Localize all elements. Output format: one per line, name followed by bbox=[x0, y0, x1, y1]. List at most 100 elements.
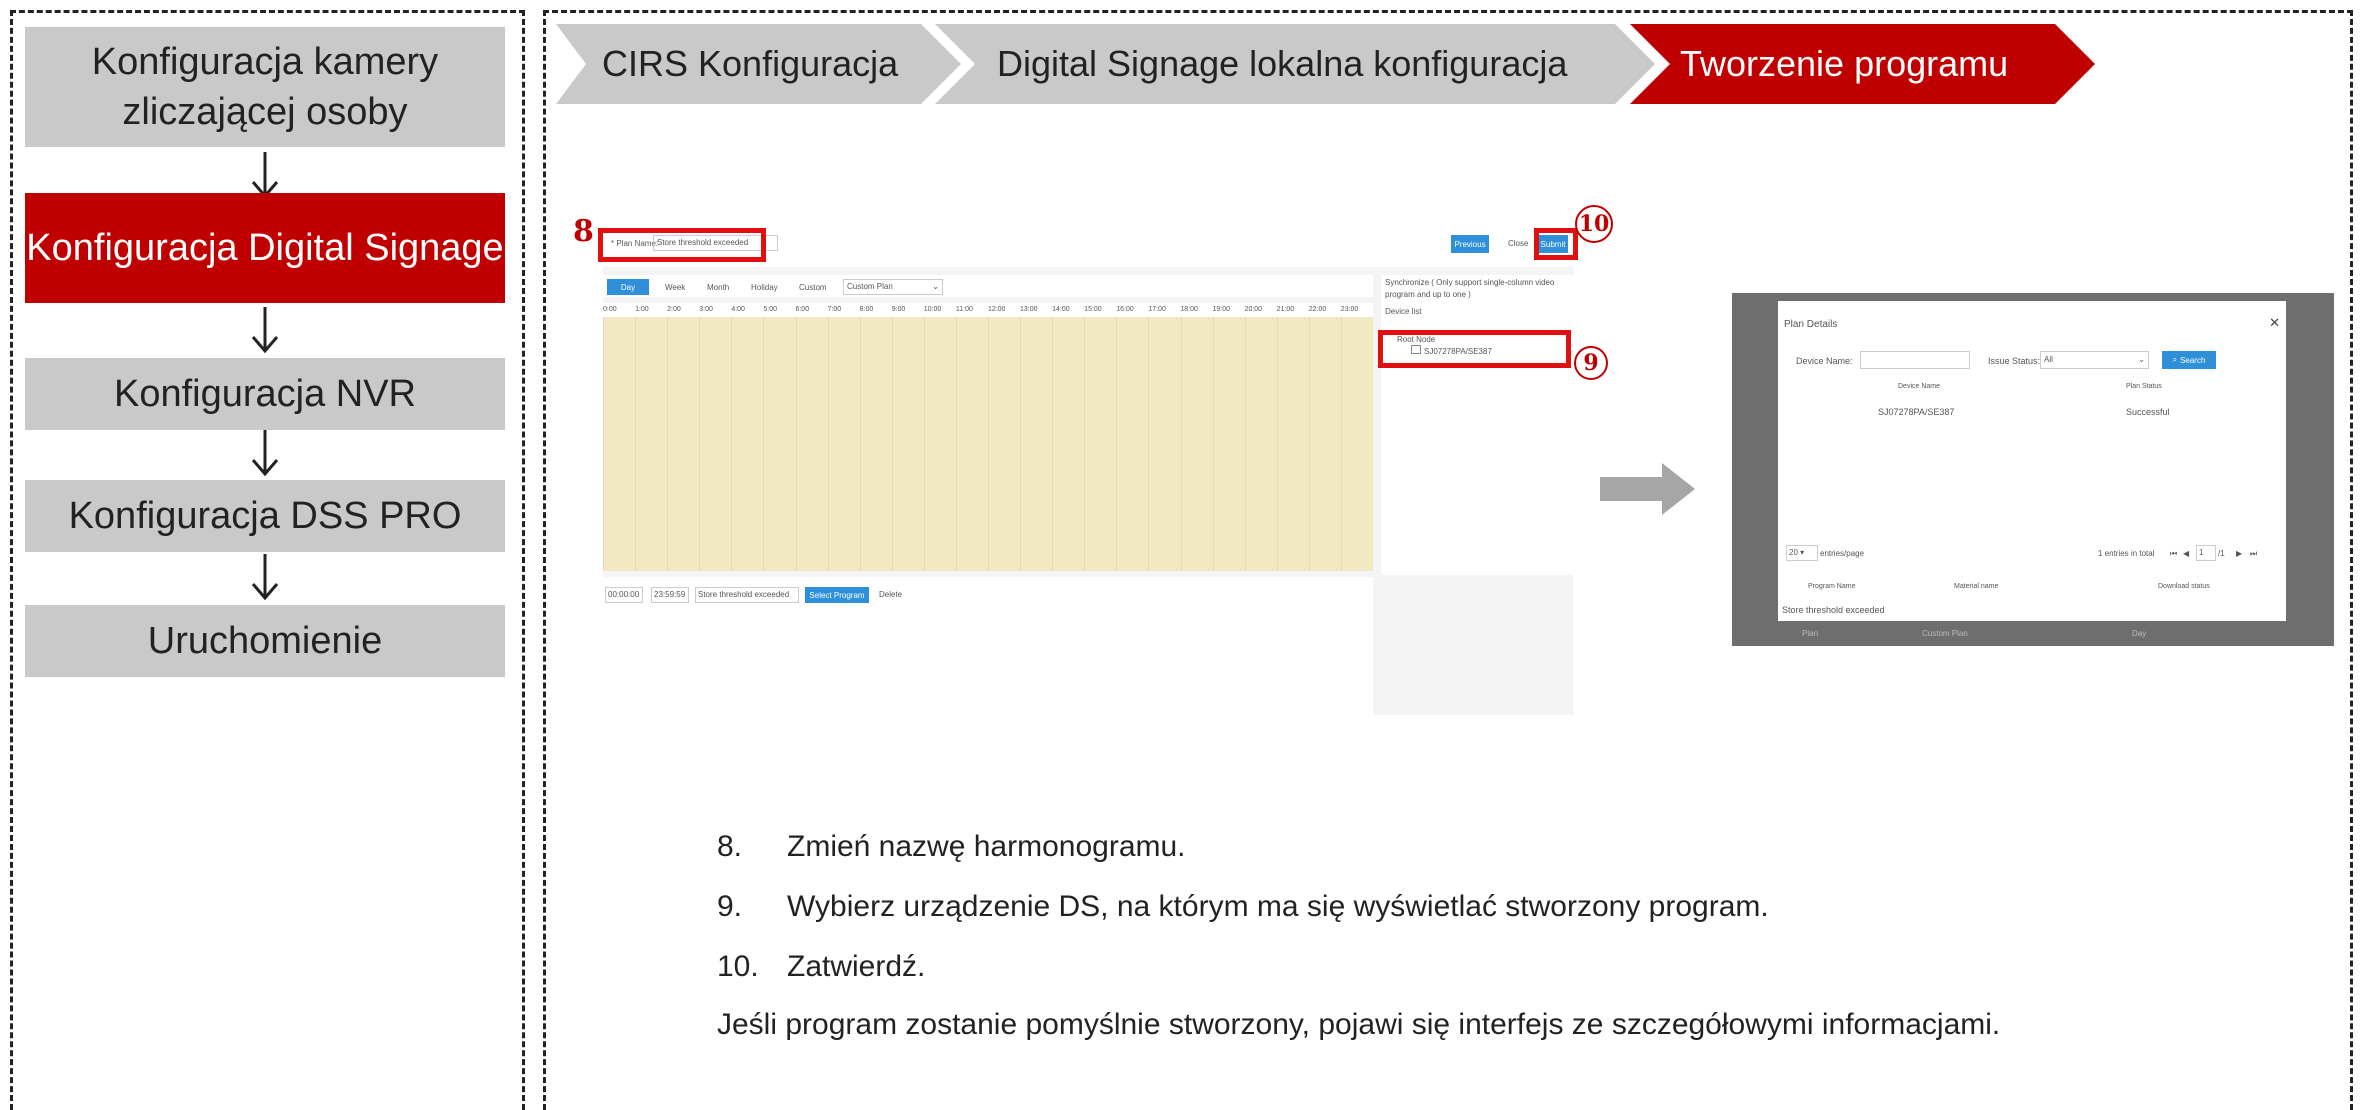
grid-line bbox=[1340, 317, 1342, 571]
breadcrumb-label: Tworzenie programu bbox=[1680, 43, 2009, 84]
col-device-name: Device Name bbox=[1898, 383, 1941, 390]
program-row: 00:00:00 23:59:59 Store threshold exceed… bbox=[603, 577, 1373, 715]
highlight-device bbox=[1378, 330, 1571, 368]
grid-line bbox=[699, 317, 701, 571]
grid-line bbox=[1148, 317, 1150, 571]
grid-line bbox=[1052, 317, 1054, 571]
end-time-input[interactable]: 23:59:59 bbox=[651, 587, 689, 603]
row-device: SJ07278PA/SE387 bbox=[1878, 407, 1955, 417]
arrow-right-icon bbox=[1600, 463, 1695, 515]
hour-label: 5:00 bbox=[763, 306, 778, 313]
page-size-select[interactable]: 20 ▾ bbox=[1786, 545, 1818, 561]
plan-details-dialog: Plan Details ✕ Device Name: Issue Status… bbox=[1778, 301, 2286, 621]
bg-custom-plan: Custom Plan bbox=[1922, 629, 1968, 638]
search-button[interactable]: ⌕ Search bbox=[2162, 351, 2216, 369]
hour-axis: 0:00 1:00 2:00 3:00 4:00 5:00 6:00 7:00 8:00 9:00… bbox=[603, 303, 1373, 317]
hour-label: 20:00 bbox=[1244, 306, 1263, 313]
breadcrumb-digital-signage[interactable]: Digital Signage lokalna konfiguracja bbox=[935, 24, 1655, 104]
instruction-number: 8. bbox=[717, 830, 743, 863]
grid-line bbox=[1244, 317, 1246, 571]
grid-line bbox=[667, 317, 669, 571]
device-list-heading: Device list bbox=[1385, 307, 1422, 316]
hour-label: 13:00 bbox=[1020, 306, 1038, 313]
step-dss-pro[interactable]: Konfiguracja DSS PRO bbox=[25, 480, 505, 552]
select-program-button[interactable]: Select Program bbox=[805, 587, 869, 603]
grid-line bbox=[891, 317, 893, 571]
grid-line bbox=[603, 317, 604, 571]
col-material-name: Material name bbox=[1954, 583, 1999, 590]
marker-9: 9 bbox=[1574, 346, 1608, 380]
instruction-number: 9. bbox=[717, 890, 743, 923]
previous-button[interactable]: Previous bbox=[1451, 235, 1489, 253]
close-icon[interactable]: ✕ bbox=[2269, 315, 2280, 331]
grid-line bbox=[1308, 317, 1310, 571]
grid-line bbox=[1276, 317, 1278, 571]
bg-day: Day bbox=[2132, 629, 2147, 638]
hour-label: 4:00 bbox=[731, 306, 745, 313]
highlight-plan-name bbox=[598, 228, 766, 262]
hour-label: 22:00 bbox=[1308, 306, 1327, 313]
hour-label: 17:00 bbox=[1148, 306, 1166, 313]
hour-label: 16:00 bbox=[1116, 306, 1134, 313]
tab-week[interactable]: Week bbox=[665, 283, 685, 292]
schedule-grid[interactable] bbox=[603, 317, 1373, 571]
bg-plan: Plan bbox=[1802, 629, 1819, 638]
next-page-icon[interactable]: ▶ bbox=[2236, 549, 2242, 558]
tab-month[interactable]: Month bbox=[707, 283, 729, 292]
tab-day[interactable]: Day bbox=[607, 279, 649, 295]
grid-line bbox=[1084, 317, 1086, 571]
col-program-name: Program Name bbox=[1808, 583, 1856, 590]
success-note: Jeśli program zostanie pomyślnie stworzo… bbox=[717, 1008, 2001, 1041]
page-input[interactable]: 1 bbox=[2196, 545, 2216, 561]
instruction-text: Zmień nazwę harmonogramu. bbox=[787, 830, 1186, 863]
instruction-9: 9. Wybierz urządzenie DS, na którym ma si… bbox=[717, 890, 1769, 924]
step-launch[interactable]: Uruchomienie bbox=[25, 605, 505, 677]
marker-10: 10 bbox=[1575, 205, 1613, 243]
last-page-icon[interactable]: ⏭ bbox=[2250, 549, 2257, 559]
hour-label: 23:00 bbox=[1340, 306, 1359, 313]
breadcrumb-cirs[interactable]: CIRS Konfiguracja bbox=[556, 24, 961, 104]
close-button[interactable]: Close bbox=[1508, 239, 1528, 248]
chevron-down-icon: ⌄ bbox=[2138, 355, 2145, 364]
hour-label: 0:00 bbox=[603, 306, 617, 313]
arrow-down-icon bbox=[251, 307, 279, 354]
instruction-text: Wybierz urządzenie DS, na którym ma się … bbox=[787, 890, 1769, 923]
step-digital-signage[interactable]: Konfiguracja Digital Signage bbox=[25, 193, 505, 303]
device-name-label: Device Name: bbox=[1796, 356, 1853, 366]
search-label: Search bbox=[2180, 355, 2206, 365]
row-program: Store threshold exceeded bbox=[1782, 605, 1885, 615]
tab-holiday[interactable]: Holiday bbox=[751, 283, 778, 292]
hour-label: 3:00 bbox=[699, 306, 713, 313]
page-size-value: 20 bbox=[1789, 548, 1798, 557]
marker-8: 8 bbox=[573, 214, 594, 249]
hour-label: 18:00 bbox=[1180, 306, 1198, 313]
grid-line bbox=[795, 317, 797, 571]
start-time-input[interactable]: 00:00:00 bbox=[605, 587, 643, 603]
hour-label: 8:00 bbox=[859, 306, 874, 313]
breadcrumb-label: Digital Signage lokalna konfiguracja bbox=[997, 43, 1568, 84]
breadcrumb-create-program[interactable]: Tworzenie programu bbox=[1630, 24, 2095, 104]
col-plan-status: Plan Status bbox=[2126, 383, 2162, 390]
first-page-icon[interactable]: ⏮ bbox=[2170, 549, 2177, 559]
step-label: Konfiguracja NVR bbox=[113, 373, 417, 415]
issue-status-select[interactable]: All ⌄ bbox=[2040, 351, 2149, 369]
device-name-input[interactable] bbox=[1860, 351, 1970, 369]
hour-label: 19:00 bbox=[1212, 306, 1231, 313]
instruction-number: 10. bbox=[717, 950, 759, 983]
step-nvr[interactable]: Konfiguracja NVR bbox=[25, 358, 505, 430]
hour-label: 12:00 bbox=[987, 306, 1006, 313]
total-entries: 1 entries in total bbox=[2098, 549, 2155, 558]
prev-page-icon[interactable]: ◀ bbox=[2183, 549, 2189, 558]
program-field[interactable]: Store threshold exceeded bbox=[695, 587, 799, 603]
hour-label: 9:00 bbox=[891, 306, 906, 313]
delete-button[interactable]: Delete bbox=[879, 590, 902, 599]
tab-custom[interactable]: Custom bbox=[799, 283, 827, 292]
hour-label: 6:00 bbox=[795, 306, 810, 313]
plan-type-select[interactable]: Custom Plan ⌄ bbox=[843, 279, 943, 295]
step-people-counting-camera[interactable]: Konfiguracja kamery zliczającej osoby bbox=[25, 27, 505, 147]
hour-label: 15:00 bbox=[1084, 306, 1102, 313]
grid-line bbox=[955, 317, 957, 571]
hour-label: 14:00 bbox=[1052, 306, 1070, 313]
hour-label: 10:00 bbox=[923, 306, 942, 313]
instruction-8: 8. Zmień nazwę harmonogramu. bbox=[717, 830, 1186, 864]
